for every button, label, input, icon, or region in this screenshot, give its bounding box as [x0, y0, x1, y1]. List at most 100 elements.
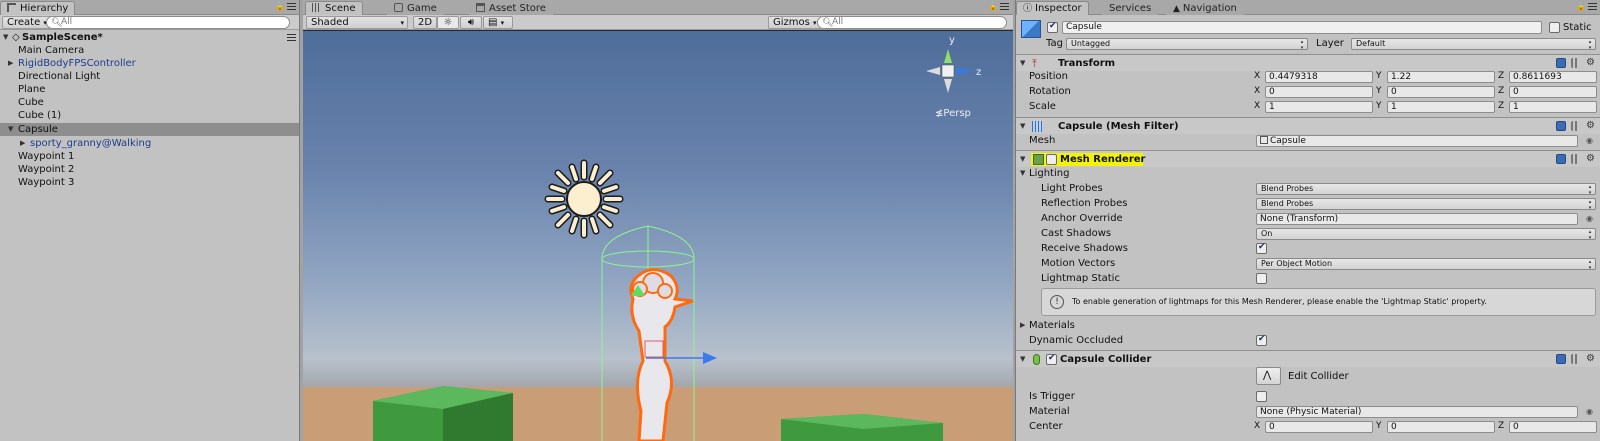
gear-icon[interactable]: ⚙: [1586, 354, 1596, 364]
is-trigger-checkbox[interactable]: [1256, 391, 1267, 402]
tab-navigation[interactable]: ▲ Navigation: [1166, 1, 1244, 15]
cast-shadows-dropdown[interactable]: On: [1256, 228, 1596, 240]
position-z-input[interactable]: 0.8611693: [1509, 71, 1597, 83]
tag-dropdown[interactable]: Untagged: [1066, 38, 1308, 50]
create-button[interactable]: Create ▾: [2, 16, 52, 29]
audio-toggle[interactable]: 🔊︎: [460, 16, 482, 29]
object-picker-icon[interactable]: ◉: [1586, 404, 1593, 419]
center-y-input[interactable]: 0: [1387, 421, 1495, 433]
light-probes-dropdown[interactable]: Blend Probes: [1256, 183, 1596, 195]
scale-y-input[interactable]: 1: [1387, 101, 1495, 113]
hierarchy-item-plane[interactable]: Plane: [0, 83, 299, 96]
capsule-collider-header[interactable]: ▼ Capsule Collider ⚙: [1016, 350, 1600, 367]
hierarchy-item-sporty-granny[interactable]: ▶ sporty_granny@Walking: [0, 137, 299, 150]
orientation-gizmo[interactable]: [926, 49, 974, 93]
help-icon[interactable]: [1556, 121, 1566, 131]
effects-dropdown[interactable]: ▤ ▾: [483, 16, 513, 29]
object-name-input[interactable]: Capsule: [1062, 21, 1542, 34]
rotation-z-input[interactable]: 0: [1509, 86, 1597, 98]
mesh-renderer-header[interactable]: ▼ Mesh Renderer ⚙: [1016, 150, 1600, 167]
position-y-input[interactable]: 1.22: [1387, 71, 1495, 83]
directional-light-gizmo[interactable]: [544, 159, 624, 239]
lighting-foldout[interactable]: Lighting: [1029, 166, 1069, 181]
object-picker-icon[interactable]: ◉: [1586, 211, 1593, 226]
hierarchy-item-cube-1[interactable]: Cube (1): [0, 109, 299, 122]
anchor-override-field[interactable]: None (Transform): [1256, 213, 1578, 225]
hierarchy-item-waypoint-2[interactable]: Waypoint 2: [0, 163, 299, 176]
hierarchy-item-cube[interactable]: Cube: [0, 96, 299, 109]
rotation-y-input[interactable]: 0: [1387, 86, 1495, 98]
scale-x-input[interactable]: 1: [1265, 101, 1373, 113]
position-x-input[interactable]: 0.4479318: [1265, 71, 1373, 83]
hierarchy-item-main-camera[interactable]: Main Camera: [0, 44, 299, 57]
expanded-arrow-icon[interactable]: ▼: [1020, 119, 1025, 134]
tab-asset-store[interactable]: Asset Store: [469, 1, 553, 15]
panel-menu-icon[interactable]: [1000, 3, 1009, 11]
scene-menu-icon[interactable]: [287, 34, 296, 42]
center-z-input[interactable]: 0: [1509, 421, 1597, 433]
motion-vectors-dropdown[interactable]: Per Object Motion: [1256, 258, 1596, 270]
collapsed-arrow-icon[interactable]: ▶: [20, 137, 25, 150]
scene-root[interactable]: ▼ ◇ SampleScene*: [0, 31, 299, 44]
gear-icon[interactable]: ⚙: [1586, 121, 1596, 131]
mesh-object-field[interactable]: Capsule: [1256, 135, 1578, 147]
edit-collider-button[interactable]: ⋀: [1256, 367, 1281, 385]
shading-mode-dropdown[interactable]: Shaded ▾: [306, 16, 408, 29]
scene-viewport[interactable]: y z ≰Persp: [303, 31, 1013, 441]
preset-icon[interactable]: [1571, 58, 1581, 68]
expanded-arrow-icon[interactable]: ▼: [8, 123, 13, 136]
transform-header[interactable]: ▼ ⤒ Transform ⚙: [1016, 54, 1600, 71]
gizmos-dropdown[interactable]: Gizmos ▾: [768, 16, 822, 29]
lock-icon[interactable]: 🔒: [275, 2, 285, 11]
hierarchy-item-directional-light[interactable]: Directional Light: [0, 70, 299, 83]
physic-material-field[interactable]: None (Physic Material): [1256, 406, 1578, 418]
expanded-arrow-icon[interactable]: ▼: [1020, 152, 1025, 167]
expanded-arrow-icon[interactable]: ▼: [1020, 56, 1025, 71]
receive-shadows-checkbox[interactable]: [1256, 242, 1267, 254]
panel-menu-icon[interactable]: [287, 3, 296, 11]
gear-icon[interactable]: ⚙: [1586, 58, 1596, 68]
tab-services[interactable]: Services: [1102, 1, 1159, 15]
scale-z-input[interactable]: 1: [1509, 101, 1597, 113]
hierarchy-item-capsule[interactable]: ▼ Capsule: [0, 123, 299, 136]
capsule-collider-enabled-checkbox[interactable]: [1046, 353, 1057, 365]
toggle-2d-button[interactable]: 2D: [413, 16, 438, 29]
reflection-probes-dropdown[interactable]: Blend Probes: [1256, 198, 1596, 210]
preset-icon[interactable]: [1571, 154, 1581, 164]
expanded-arrow-icon[interactable]: ▼: [3, 31, 8, 44]
expanded-arrow-icon[interactable]: ▼: [1020, 166, 1025, 181]
mesh-filter-header[interactable]: ▼ Capsule (Mesh Filter) ⚙: [1016, 117, 1600, 134]
gear-icon[interactable]: ⚙: [1586, 154, 1596, 164]
static-checkbox[interactable]: [1549, 22, 1560, 33]
materials-foldout[interactable]: Materials: [1029, 318, 1075, 333]
panel-menu-icon[interactable]: [1588, 3, 1597, 11]
lock-icon[interactable]: 🔒: [1576, 2, 1586, 11]
center-x-input[interactable]: 0: [1265, 421, 1373, 433]
layer-dropdown[interactable]: Default: [1351, 38, 1596, 50]
rotation-x-input[interactable]: 0: [1265, 86, 1373, 98]
lightmap-static-checkbox[interactable]: [1256, 273, 1267, 284]
hierarchy-item-rigidbody[interactable]: ▶ RigidBodyFPSController: [0, 57, 299, 70]
tab-inspector[interactable]: ⓘ Inspector: [1016, 1, 1089, 15]
tab-scene[interactable]: Scene: [305, 1, 363, 15]
preset-icon[interactable]: [1571, 121, 1581, 131]
lock-icon[interactable]: 🔒: [988, 2, 998, 11]
hierarchy-item-waypoint-3[interactable]: Waypoint 3: [0, 176, 299, 189]
expanded-arrow-icon[interactable]: ▼: [1020, 352, 1025, 367]
help-icon[interactable]: [1556, 58, 1566, 68]
help-icon[interactable]: [1556, 154, 1566, 164]
preset-icon[interactable]: [1571, 354, 1581, 364]
dynamic-occluded-checkbox[interactable]: [1256, 334, 1267, 346]
collapsed-arrow-icon[interactable]: ▶: [8, 57, 13, 70]
lighting-toggle[interactable]: ☼: [437, 16, 459, 29]
tab-game[interactable]: Game: [387, 1, 444, 15]
tab-hierarchy[interactable]: Hierarchy: [0, 1, 76, 15]
active-checkbox[interactable]: [1047, 21, 1058, 33]
help-icon[interactable]: [1556, 354, 1566, 364]
mesh-renderer-enabled-checkbox[interactable]: [1046, 154, 1057, 165]
hierarchy-search-input[interactable]: 🔍︎ All: [46, 16, 290, 29]
object-picker-icon[interactable]: ◉: [1586, 133, 1593, 148]
collapsed-arrow-icon[interactable]: ▶: [1020, 318, 1025, 333]
projection-label[interactable]: ≰Persp: [935, 108, 971, 119]
hierarchy-item-waypoint-1[interactable]: Waypoint 1: [0, 150, 299, 163]
